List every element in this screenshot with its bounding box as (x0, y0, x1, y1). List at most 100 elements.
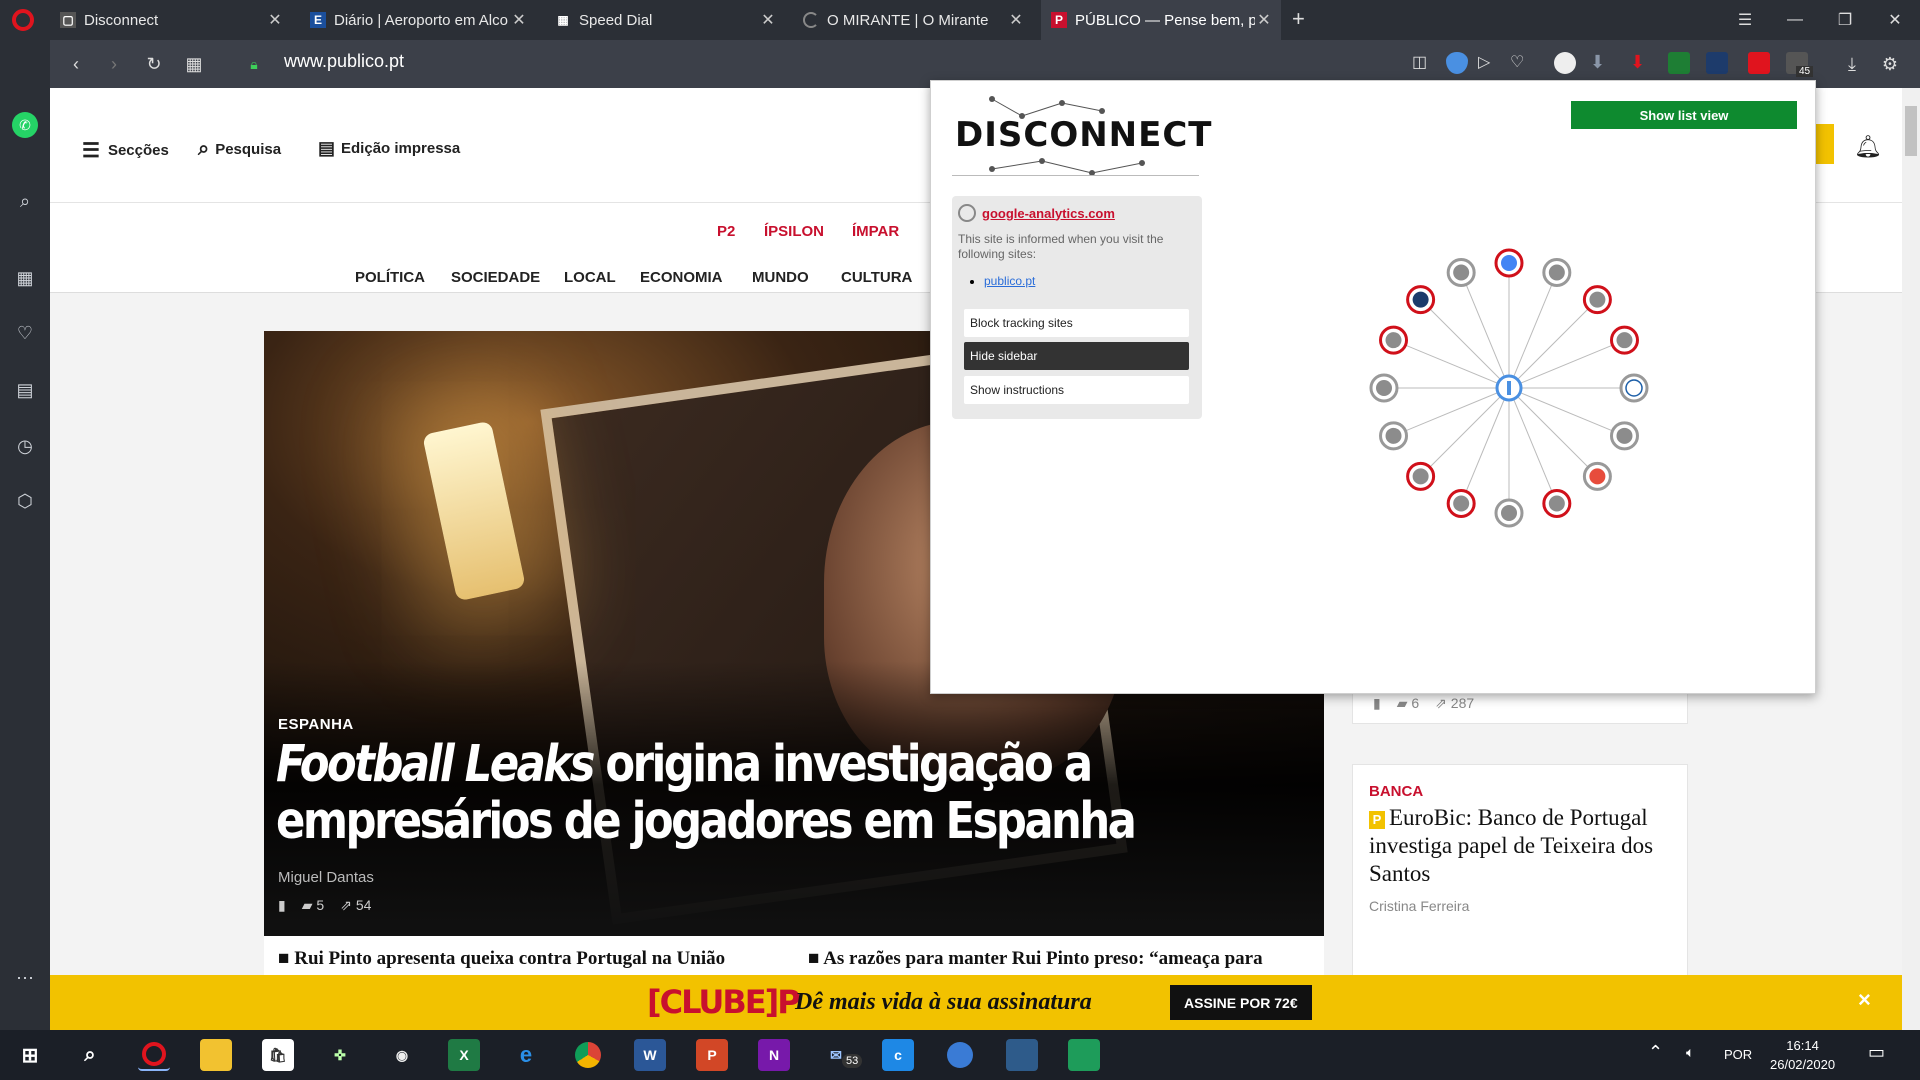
shield-icon[interactable] (1446, 52, 1468, 74)
nav-local[interactable]: LOCAL (564, 269, 616, 286)
close-tab-icon[interactable]: ✕ (510, 10, 528, 30)
reload-icon[interactable]: ↻ (140, 50, 168, 78)
chrome-icon[interactable] (572, 1039, 604, 1071)
globe-icon[interactable] (1446, 258, 1476, 288)
tab-diario[interactable]: E Diário | Aeroporto em Alco ✕ (300, 0, 536, 40)
subscribe-cta-button[interactable]: ASSINE POR 72€ (1170, 985, 1312, 1020)
cortana-icon[interactable]: c (882, 1039, 914, 1071)
new-tab-icon[interactable]: + (1292, 6, 1305, 32)
side-article-headline[interactable]: P EuroBic: Banco de Portugal investiga pa… (1369, 804, 1671, 888)
side-comments[interactable]: ▰ 6 (1397, 695, 1419, 712)
globe-red-icon[interactable] (1582, 461, 1612, 491)
search-link[interactable]: ⌕ Pesquisa (198, 138, 281, 161)
side-article-author[interactable]: Cristina Ferreira (1369, 898, 1671, 914)
blue-extension-icon[interactable] (1706, 52, 1728, 74)
onenote-icon[interactable]: N (758, 1039, 790, 1071)
close-tab-icon[interactable]: ✕ (1255, 10, 1273, 30)
notifications-icon[interactable]: ▭ (1868, 1042, 1885, 1063)
opera-menu-icon[interactable] (12, 9, 34, 31)
w3-icon[interactable] (1619, 373, 1649, 403)
photos-icon[interactable] (1006, 1039, 1038, 1071)
downloads-icon[interactable]: ⤓ (1838, 50, 1866, 78)
network-globe-icon[interactable] (944, 1039, 976, 1071)
red-download-icon[interactable]: ⬇ (1630, 52, 1652, 74)
game-icon[interactable]: ✜ (324, 1039, 356, 1071)
camera-icon[interactable]: ◫ (1412, 52, 1434, 74)
word-icon[interactable]: W (634, 1039, 666, 1071)
tab-publico[interactable]: P PÚBLICO — Pense bem, pe ✕ (1041, 0, 1281, 40)
restore-icon[interactable]: ❐ (1822, 0, 1868, 40)
globe-icon[interactable] (1542, 488, 1572, 518)
excel-icon[interactable]: X (448, 1039, 480, 1071)
nav-politica[interactable]: POLÍTICA (355, 269, 425, 286)
taskbar-opera-icon[interactable] (138, 1039, 170, 1071)
bookmarks-heart-icon[interactable]: ♡ (12, 320, 38, 346)
globe-icon[interactable] (1609, 325, 1639, 355)
print-edition-link[interactable]: ▤ Edição impressa (318, 138, 460, 159)
sections-menu[interactable]: ☰ Secções (82, 138, 169, 163)
site-logo-icon[interactable] (1406, 285, 1436, 315)
hero-shares[interactable]: ⇗ 54 (340, 897, 371, 914)
globe-icon[interactable] (1379, 421, 1409, 451)
nav-p2[interactable]: P2 (717, 223, 735, 240)
url-field[interactable]: www.publico.pt (284, 51, 404, 72)
globe-icon[interactable] (1446, 488, 1476, 518)
page-scrollbar[interactable] (1902, 88, 1920, 1030)
bookmark-icon[interactable]: ▮ (278, 897, 286, 914)
google-icon[interactable] (1494, 248, 1524, 278)
webcam-icon[interactable]: ◉ (386, 1039, 418, 1071)
globe-icon[interactable] (1406, 461, 1436, 491)
globe-icon[interactable] (1369, 373, 1399, 403)
minimize-icon[interactable]: — (1772, 0, 1818, 40)
scroll-thumb[interactable] (1905, 106, 1917, 156)
store-icon[interactable]: 🛍︎ (262, 1039, 294, 1071)
hero-comments[interactable]: ▰ 5 (302, 897, 324, 914)
tabs-grid-icon[interactable]: ▦ (180, 50, 208, 78)
green-extension-icon[interactable] (1668, 52, 1690, 74)
globe-icon[interactable] (1582, 285, 1612, 315)
history-icon[interactable]: ◷ (12, 433, 38, 459)
bell-icon[interactable]: 🔔︎ (1854, 134, 1882, 160)
tab-disconnect[interactable]: ▢ Disconnect ✕ (50, 0, 292, 40)
globe-icon[interactable] (1609, 421, 1639, 451)
nav-sociedade[interactable]: SOCIEDADE (451, 269, 540, 286)
forward-icon[interactable]: › (100, 50, 128, 78)
nav-mundo[interactable]: MUNDO (752, 269, 809, 286)
remote-desktop-icon[interactable] (1068, 1039, 1100, 1071)
language-indicator[interactable]: POR (1724, 1047, 1752, 1062)
nav-economia[interactable]: ECONOMIA (640, 269, 723, 286)
whatsapp-icon[interactable]: ✆ (12, 112, 38, 138)
nav-impar[interactable]: ÍMPAR (852, 223, 899, 240)
close-tab-icon[interactable]: ✕ (759, 10, 777, 30)
send-icon[interactable]: ▷ (1478, 52, 1500, 74)
clock[interactable]: 16:14 26/02/2020 (1770, 1036, 1835, 1074)
close-tab-icon[interactable]: ✕ (266, 10, 284, 30)
chevron-up-icon[interactable]: ⌃ (1648, 1042, 1663, 1063)
hero-headline[interactable]: Football Leaks origina investigação a em… (276, 736, 1313, 850)
globe-icon[interactable] (1542, 258, 1572, 288)
download-helper-icon[interactable]: ⬇ (1590, 52, 1612, 74)
easy-setup-icon[interactable]: ⚙ (1876, 50, 1904, 78)
tab-speed-dial[interactable]: ▦ Speed Dial ✕ (545, 0, 785, 40)
edge-icon[interactable]: e (510, 1039, 542, 1071)
globe-icon[interactable] (1494, 498, 1524, 528)
nav-cultura[interactable]: CULTURA (841, 269, 912, 286)
search-icon[interactable]: ⌕ (12, 188, 38, 214)
close-tab-icon[interactable]: ✕ (1007, 10, 1025, 30)
powerpoint-icon[interactable]: P (696, 1039, 728, 1071)
nav-ipsilon[interactable]: ÍPSILON (764, 223, 824, 240)
heart-icon[interactable]: ♡ (1510, 52, 1532, 74)
more-icon[interactable]: ⋯ (12, 965, 38, 991)
tab-menu-icon[interactable]: ☰ (1722, 0, 1768, 40)
speed-dial-icon[interactable]: ▦ (12, 265, 38, 291)
extensions-cube-icon[interactable]: ⬡ (12, 488, 38, 514)
volume-icon[interactable]: 🔈︎ (1686, 1044, 1694, 1061)
tracker-graph[interactable] (931, 81, 1817, 695)
windows-start-icon[interactable]: ⊞ (14, 1039, 46, 1071)
side-shares[interactable]: ⇗ 287 (1435, 695, 1474, 712)
close-window-icon[interactable]: ✕ (1872, 0, 1918, 40)
hero-author[interactable]: Miguel Dantas (278, 869, 374, 886)
red-play-icon[interactable] (1748, 52, 1770, 74)
close-promo-icon[interactable]: × (1858, 987, 1871, 1013)
search-icon[interactable]: ⌕ (74, 1039, 106, 1071)
